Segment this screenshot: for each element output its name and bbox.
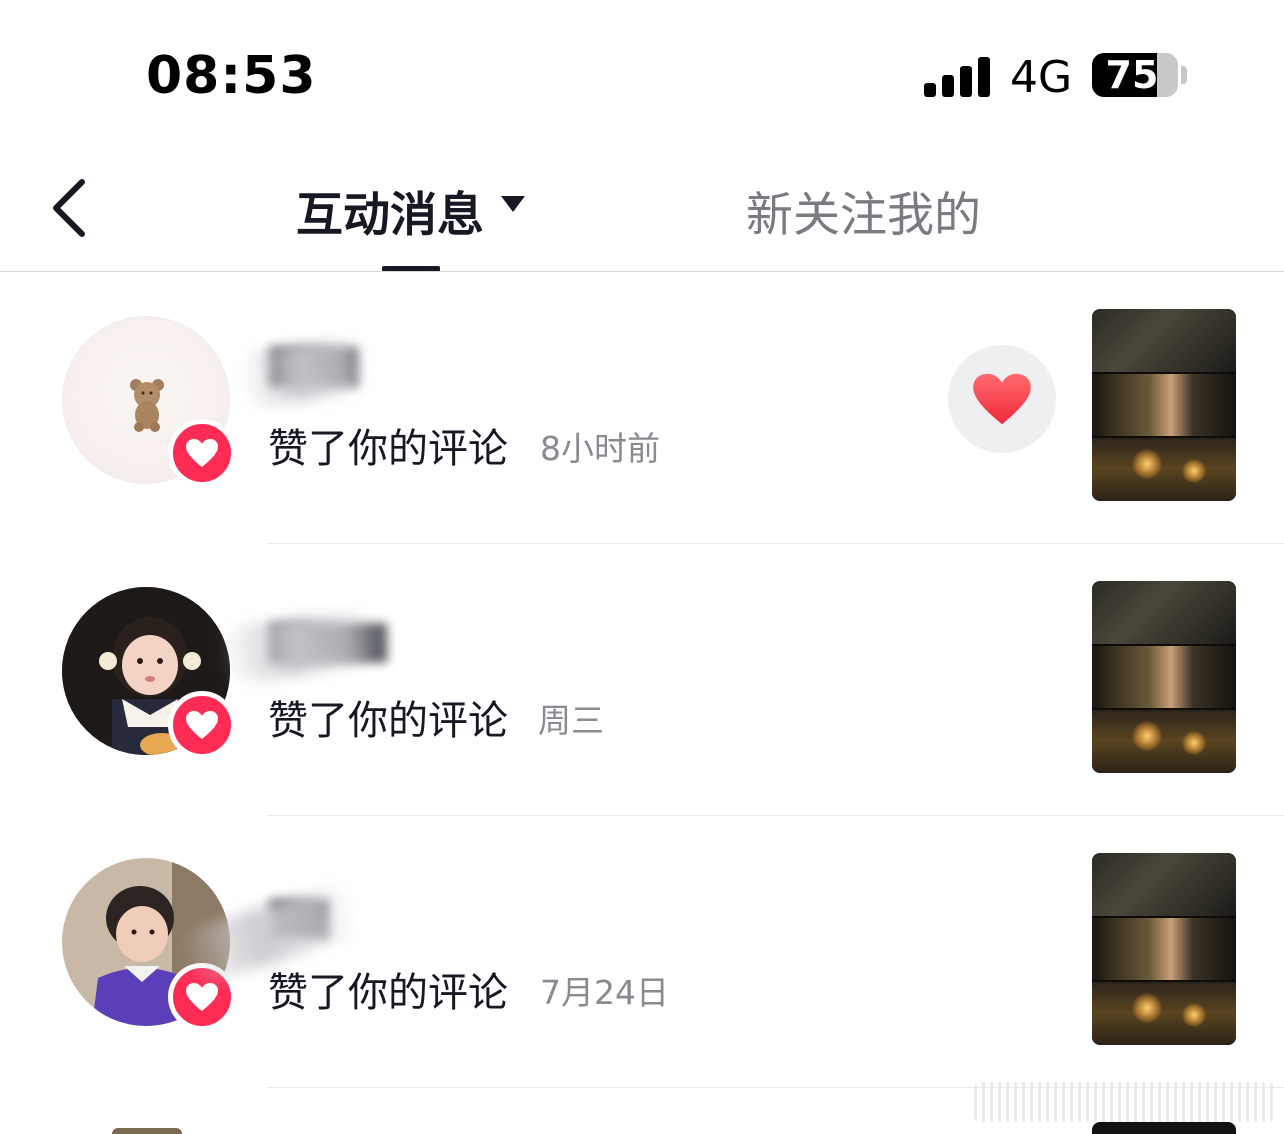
avatar[interactable]	[112, 1128, 182, 1134]
back-button[interactable]	[40, 172, 104, 244]
chevron-left-icon	[53, 179, 85, 237]
list-item[interactable]: ▇▇ 赞了你的评论 7月24日	[0, 816, 1284, 1088]
caret-down-icon[interactable]	[500, 195, 526, 213]
like-back-button[interactable]	[948, 345, 1056, 453]
timestamp: 8小时前	[540, 429, 660, 468]
action-text: 赞了你的评论	[268, 970, 508, 1016]
timestamp: 7月24日	[540, 973, 669, 1012]
like-badge	[168, 419, 236, 487]
battery-percent: 75	[1105, 53, 1159, 97]
status-time: 08:53	[146, 46, 317, 106]
network-label: 4G	[1010, 52, 1073, 103]
action-text: 赞了你的评论	[268, 698, 508, 744]
video-thumbnail[interactable]	[1092, 309, 1236, 501]
tab-new-followers[interactable]: 新关注我的	[746, 176, 981, 245]
battery-icon: 75	[1092, 53, 1178, 97]
video-thumbnail[interactable]	[1092, 581, 1236, 773]
heart-icon	[973, 373, 1031, 425]
list-item[interactable]: ▇▇▇▇ 赞了你的评论 周三	[0, 544, 1284, 816]
battery-cap	[1181, 66, 1187, 84]
timestamp: 周三	[538, 701, 604, 740]
heart-icon	[186, 983, 218, 1011]
username-redaction	[216, 607, 384, 685]
scroll-indicator	[974, 1082, 1274, 1122]
like-badge	[168, 691, 236, 759]
username-redaction	[236, 335, 374, 409]
tab-interactions[interactable]: 互动消息	[296, 176, 484, 245]
heart-icon	[186, 439, 218, 467]
video-thumbnail[interactable]	[1092, 1122, 1236, 1134]
action-text: 赞了你的评论	[268, 426, 508, 472]
signal-icon	[924, 55, 992, 97]
video-thumbnail[interactable]	[1092, 853, 1236, 1045]
list-item[interactable]: ▇▇▇ 赞了你的评论 8小时前	[0, 272, 1284, 544]
heart-icon	[186, 711, 218, 739]
